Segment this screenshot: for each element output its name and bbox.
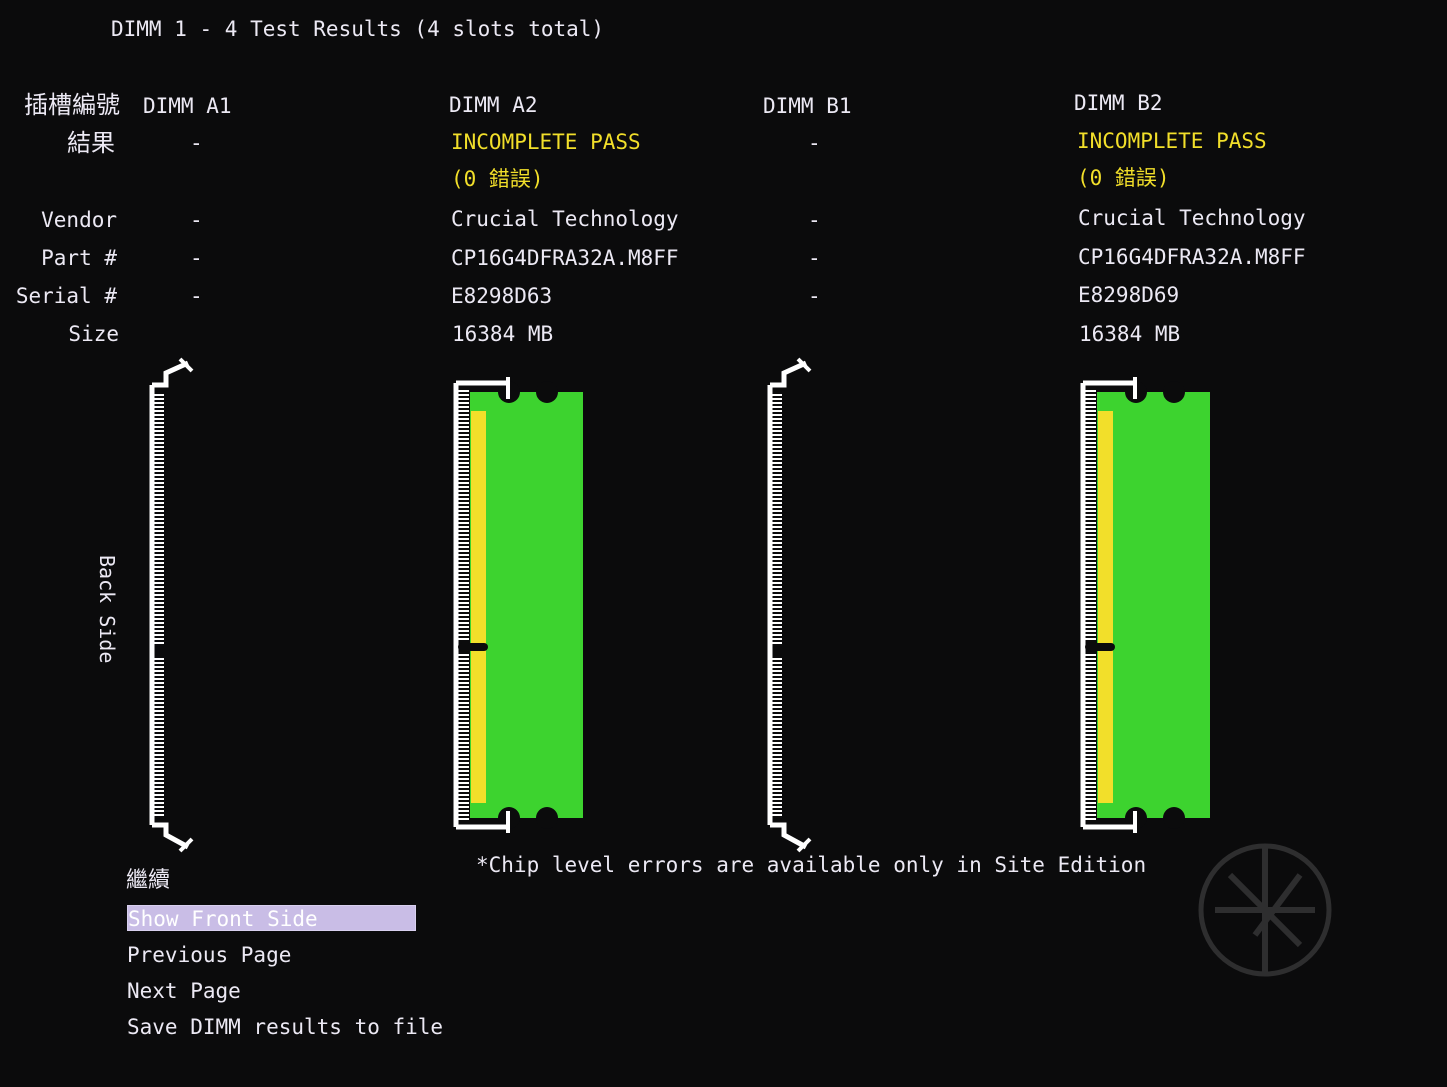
save-dimm-results-button[interactable]: Save DIMM results to file bbox=[127, 1014, 443, 1040]
slot-name-b1: DIMM B1 bbox=[763, 94, 852, 118]
slot-serial-b2: E8298D69 bbox=[1078, 283, 1180, 307]
slot-part-a2: CP16G4DFRA32A.M8FF bbox=[451, 246, 679, 270]
label-serial: Serial # bbox=[15, 284, 117, 308]
slot-errors-b2: (0 錯誤) bbox=[1077, 166, 1170, 190]
site-edition-note: *Chip level errors are available only in… bbox=[476, 853, 1147, 877]
slot-result-b1: - bbox=[808, 131, 821, 155]
menu-heading: 繼續 bbox=[126, 868, 171, 893]
slot-name-a2: DIMM A2 bbox=[449, 93, 538, 117]
watermark-seal-icon bbox=[1198, 843, 1332, 977]
back-side-label: Back Side bbox=[95, 555, 119, 664]
slot-vendor-b2: Crucial Technology bbox=[1078, 206, 1306, 230]
slot-serial-a2: E8298D63 bbox=[451, 284, 553, 308]
slot-size-a2: 16384 MB bbox=[452, 322, 554, 346]
label-size: Size bbox=[68, 322, 119, 346]
label-vendor: Vendor bbox=[41, 208, 117, 232]
slot-serial-b1: - bbox=[808, 284, 821, 308]
slot-name-b2: DIMM B2 bbox=[1074, 91, 1163, 115]
previous-page-button[interactable]: Previous Page bbox=[127, 942, 291, 968]
page-title: DIMM 1 - 4 Test Results (4 slots total) bbox=[111, 17, 605, 41]
label-result: 結果 bbox=[67, 129, 115, 157]
dimm-module-b2-icon bbox=[1080, 377, 1210, 833]
slot-vendor-b1: - bbox=[808, 208, 821, 232]
slot-result-a1: - bbox=[190, 131, 203, 155]
slot-vendor-a1: - bbox=[190, 208, 203, 232]
empty-slot-b1-icon bbox=[767, 357, 812, 853]
slot-size-b2: 16384 MB bbox=[1079, 322, 1181, 346]
slot-part-b1: - bbox=[808, 246, 821, 270]
show-front-side-button[interactable]: Show Front Side bbox=[127, 905, 416, 931]
next-page-button[interactable]: Next Page bbox=[127, 978, 241, 1004]
label-part: Part # bbox=[41, 246, 117, 270]
slot-serial-a1: - bbox=[190, 284, 203, 308]
slot-result-a2: INCOMPLETE PASS bbox=[451, 130, 641, 154]
empty-slot-a1-icon bbox=[149, 357, 194, 853]
slot-name-a1: DIMM A1 bbox=[143, 94, 232, 118]
slot-errors-a2: (0 錯誤) bbox=[451, 167, 544, 191]
slot-part-a1: - bbox=[190, 246, 203, 270]
slot-part-b2: CP16G4DFRA32A.M8FF bbox=[1078, 245, 1306, 269]
label-slot-number: 插槽編號 bbox=[24, 91, 120, 119]
slot-result-b2: INCOMPLETE PASS bbox=[1077, 129, 1267, 153]
slot-vendor-a2: Crucial Technology bbox=[451, 207, 679, 231]
dimm-module-a2-icon bbox=[453, 377, 583, 833]
